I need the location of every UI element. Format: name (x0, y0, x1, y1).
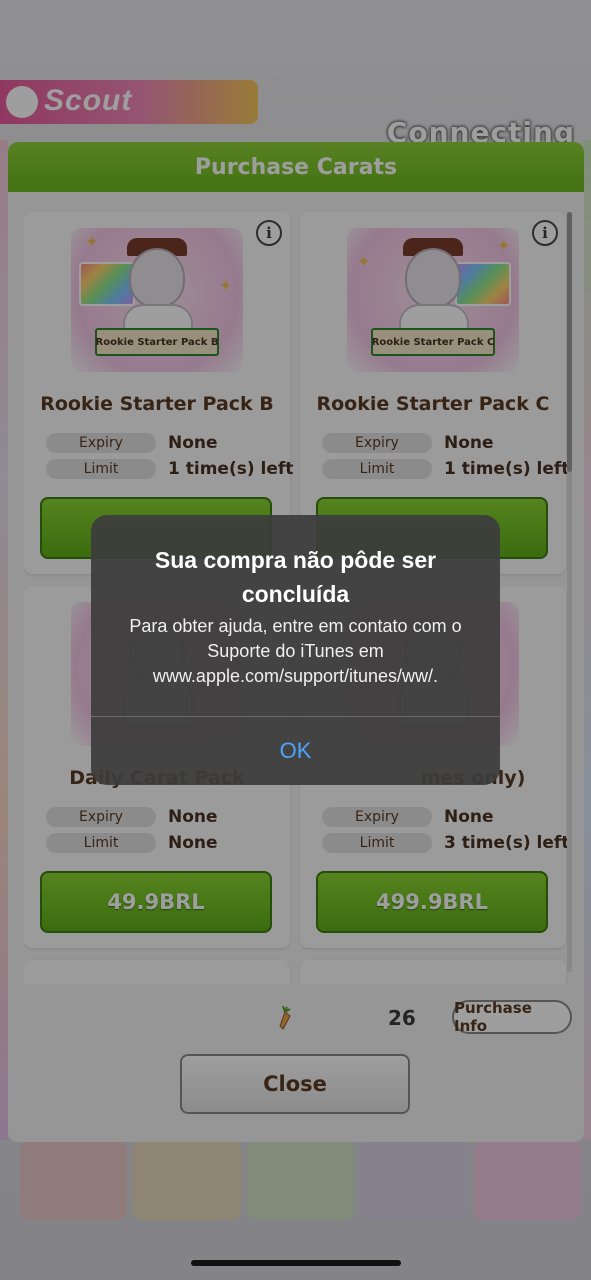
purchase-error-alert: Sua compra não pôde ser concluída Para o… (91, 515, 500, 785)
ok-button[interactable]: OK (91, 717, 500, 785)
alert-title: Sua compra não pôde ser concluída (154, 547, 437, 607)
home-indicator[interactable] (191, 1260, 401, 1266)
alert-message: Para obter ajuda, entre em contato com o… (129, 616, 462, 686)
